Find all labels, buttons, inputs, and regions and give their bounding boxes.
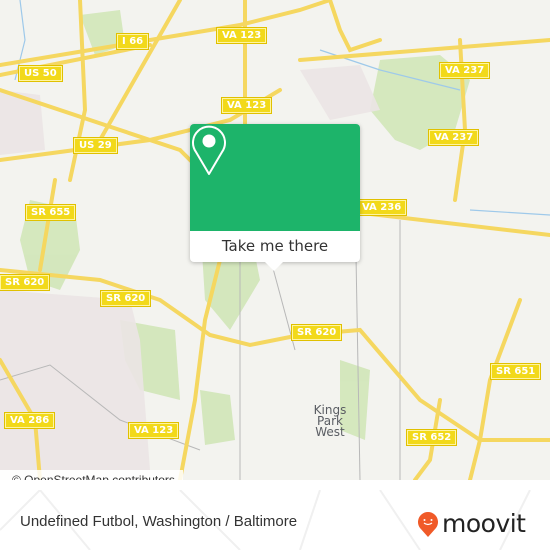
road-shield-us50: US 50 [19,66,62,81]
park-area [200,390,235,445]
moovit-smiley-pin-icon [418,512,438,537]
road-shield-va123: VA 123 [129,423,179,438]
road-shield-sr651: SR 651 [491,364,541,379]
road-shield-us29: US 29 [74,138,117,153]
road-shield-i66: I 66 [117,34,149,49]
road-shield-va237: VA 237 [429,130,479,145]
road-shield-sr652: SR 652 [407,430,457,445]
road-shield-va123: VA 123 [217,28,267,43]
road-shield-sr620: SR 620 [0,275,50,290]
map-attribution[interactable]: © OpenStreetMap contributors [0,470,183,480]
moovit-logo[interactable]: moovit [417,510,526,538]
road-shield-sr655: SR 655 [26,205,76,220]
road-shield-va237: VA 237 [440,63,490,78]
popup-header [190,124,360,231]
map[interactable]: I 66 VA 123 US 50 VA 123 US 29 VA 237 VA… [0,0,550,480]
popup-pointer [265,262,283,271]
residential-area [0,90,45,155]
moovit-wordmark: moovit [442,509,526,538]
place-label-kings-park-west: Kings Park West [313,403,347,439]
take-me-there-button[interactable]: Take me there [190,231,360,262]
location-popup: Take me there [190,124,360,271]
road-shield-sr620: SR 620 [101,291,151,306]
place-title: Undefined Futbol, Washington / Baltimore [20,513,298,530]
road-shield-va286: VA 286 [5,413,55,428]
road-shield-va236: VA 236 [357,200,407,215]
road-shield-va123: VA 123 [222,98,272,113]
residential-area [300,65,380,120]
location-pin-icon [192,125,226,175]
road-shield-sr620: SR 620 [292,325,342,340]
residential-area [0,290,150,470]
footer: Undefined Futbol, Washington / Baltimore… [0,490,550,550]
